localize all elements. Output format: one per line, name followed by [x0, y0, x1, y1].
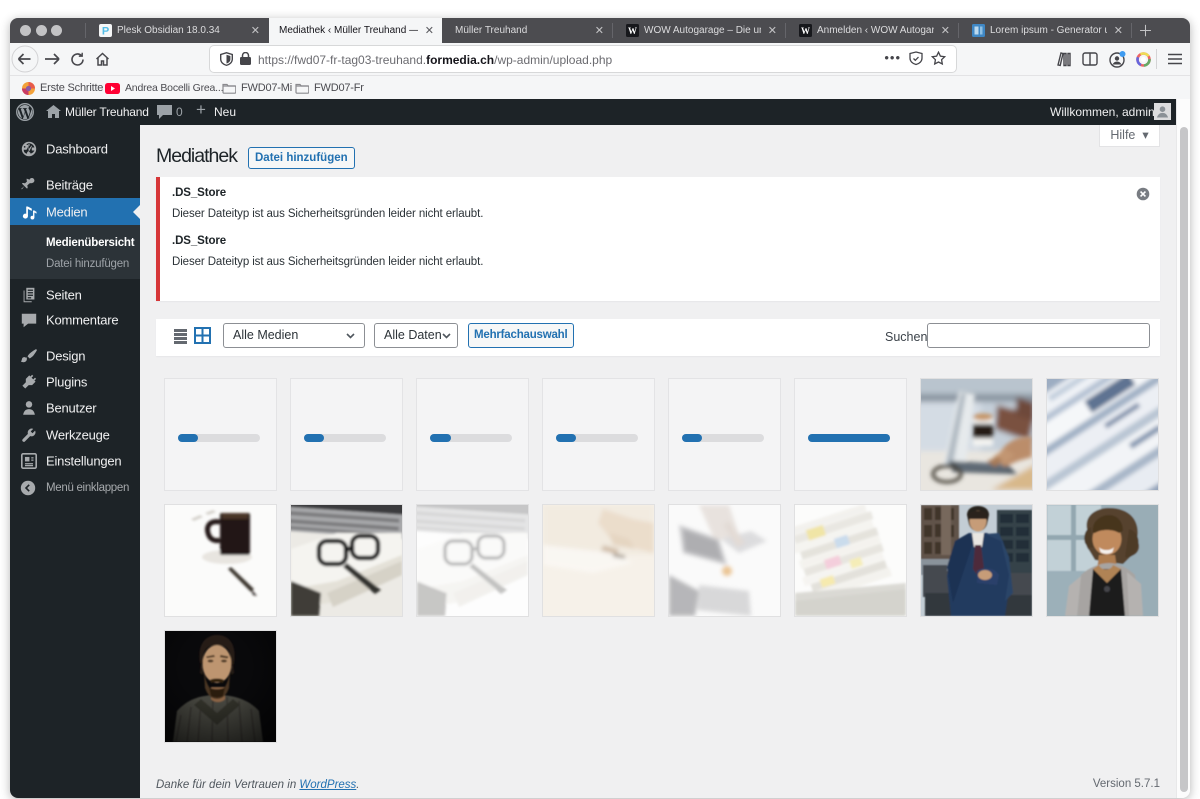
- svg-text:P: P: [102, 26, 109, 38]
- svg-text:W: W: [801, 26, 810, 36]
- svg-text:W: W: [628, 26, 637, 36]
